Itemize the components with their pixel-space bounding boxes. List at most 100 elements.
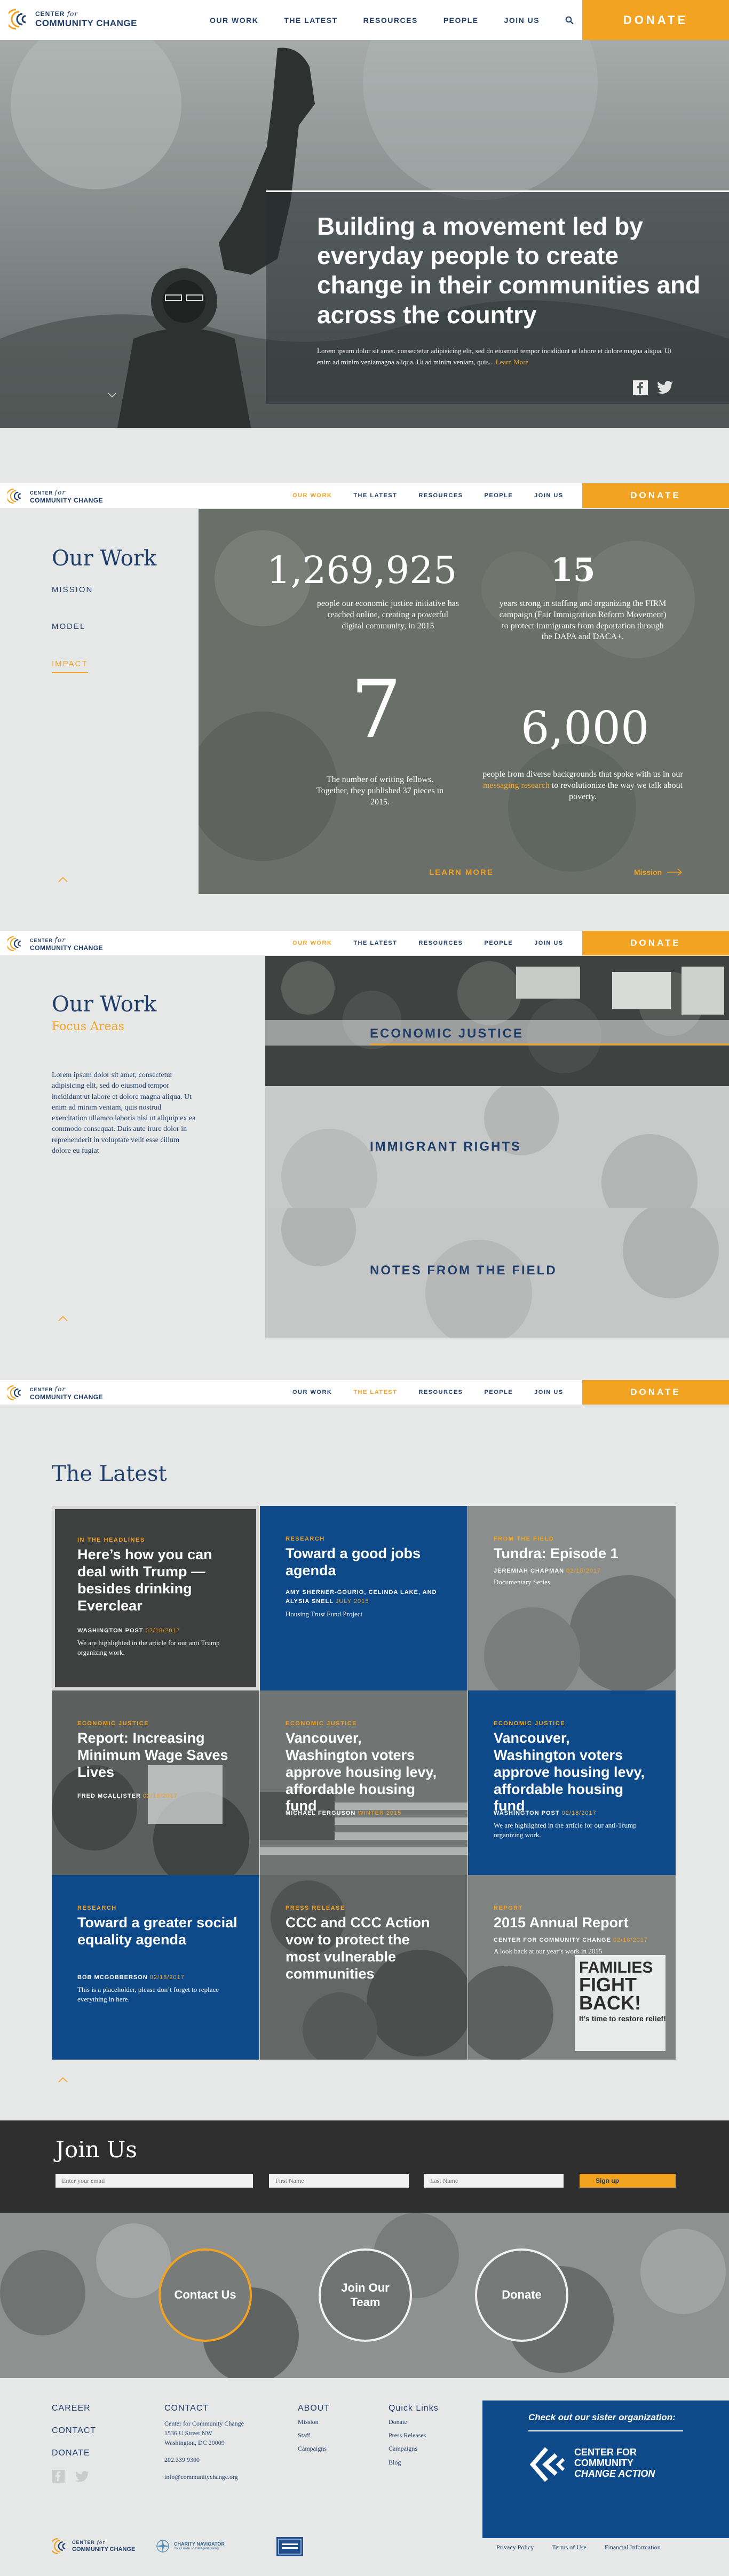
focus-notes-from-field[interactable]: NOTES FROM THE FIELD xyxy=(265,1208,729,1338)
side-link-impact[interactable]: IMPACT xyxy=(52,659,88,668)
site-logo[interactable]: CENTER for COMMUNITY CHANGE xyxy=(9,7,137,31)
site-logo-small[interactable]: CENTER for COMMUNITY CHANGE xyxy=(7,488,103,505)
logo-arcs-icon xyxy=(7,1384,25,1401)
nav-the-latest[interactable]: THE LATEST xyxy=(284,16,337,25)
nav-our-work[interactable]: OUR WORK xyxy=(210,16,258,25)
twitter-icon[interactable] xyxy=(656,381,673,395)
footer-about-staff[interactable]: Staff xyxy=(298,2429,330,2442)
email-input[interactable]: Enter your email xyxy=(56,2174,253,2188)
tile-desc: This is a placeholder, please don’t forg… xyxy=(77,1985,219,2004)
nav-people[interactable]: PEOPLE xyxy=(443,16,479,25)
nav-the-latest[interactable]: THE LATEST xyxy=(353,492,397,499)
tile-title: Toward a greater social equality agenda xyxy=(77,1915,237,1948)
latest-tile-1[interactable]: IN THE HEADLINES Here’s how you can deal… xyxy=(52,1506,259,1690)
nav-resources[interactable]: RESOURCES xyxy=(418,1389,463,1395)
footer-quick-campaigns[interactable]: Campaigns xyxy=(389,2442,439,2455)
back-to-top-icon[interactable] xyxy=(57,2074,69,2087)
side-link-model[interactable]: MODEL xyxy=(52,622,85,631)
tile-title: CCC and CCC Action vow to protect the mo… xyxy=(286,1915,430,1982)
latest-tile-9[interactable]: FAMILIES FIGHT BACK! It’s time to restor… xyxy=(468,1875,676,2060)
tile-meta: FRED MCALLISTER 02/18/2017 xyxy=(77,1793,178,1799)
signup-button[interactable]: Sign up xyxy=(580,2174,676,2188)
latest-tile-6[interactable]: ECONOMIC JUSTICE Vancouver, Washington v… xyxy=(468,1690,676,1875)
footer-about-campaigns[interactable]: Campaigns xyxy=(298,2442,330,2455)
footer-career-link[interactable]: CAREER xyxy=(52,2404,91,2413)
footer-quick-donate[interactable]: Donate xyxy=(389,2415,439,2429)
email-address[interactable]: info@communitychange.org xyxy=(164,2472,271,2482)
site-logo-small[interactable]: CENTER for COMMUNITY CHANGE xyxy=(7,935,103,952)
last-name-input[interactable]: Last Name xyxy=(424,2174,564,2188)
nav-join-us[interactable]: JOIN US xyxy=(504,16,540,25)
site-logo-small[interactable]: CENTER for COMMUNITY CHANGE xyxy=(7,1384,103,1401)
contact-us-circle[interactable]: Contact Us xyxy=(159,2248,252,2342)
donate-button[interactable]: DONATE xyxy=(582,931,729,955)
footer-logo[interactable]: CENTER for COMMUNITY CHANGE xyxy=(52,2537,135,2555)
latest-tile-5[interactable]: ECONOMIC JUSTICE Vancouver, Washington v… xyxy=(260,1690,467,1875)
focus-economic-justice[interactable]: ECONOMIC JUSTICE xyxy=(265,956,729,1086)
messaging-research-link[interactable]: messaging research xyxy=(483,781,550,790)
donate-circle[interactable]: Donate xyxy=(475,2248,568,2342)
nav-the-latest[interactable]: THE LATEST xyxy=(353,940,397,946)
top-navbar: CENTER for COMMUNITY CHANGE OUR WORK THE… xyxy=(0,0,729,40)
footer-quick-press[interactable]: Press Releases xyxy=(389,2429,439,2442)
privacy-policy-link[interactable]: Privacy Policy xyxy=(496,2543,534,2551)
facebook-icon[interactable] xyxy=(633,380,648,395)
tile-category: REPORT xyxy=(494,1905,523,1911)
twitter-icon[interactable] xyxy=(75,2471,90,2483)
cfc-badge-icon[interactable] xyxy=(276,2537,303,2556)
back-to-top-icon[interactable] xyxy=(57,1313,69,1326)
latest-tile-4[interactable]: ECONOMIC JUSTICE Report: Increasing Mini… xyxy=(52,1690,259,1875)
sign-line-4: It’s time to restore relief! xyxy=(579,2014,666,2023)
hero-learn-more-link[interactable]: Learn More xyxy=(496,358,529,366)
side-link-mission[interactable]: MISSION xyxy=(52,585,93,594)
nav-join-us[interactable]: JOIN US xyxy=(534,492,564,499)
nav-resources[interactable]: RESOURCES xyxy=(418,492,463,499)
tile-meta: WASHINGTON POST 02/18/2017 xyxy=(494,1810,597,1816)
logo-line1a: CENTER xyxy=(72,2539,96,2545)
footer-contact-link[interactable]: CONTACT xyxy=(52,2426,96,2436)
nav-people[interactable]: PEOPLE xyxy=(485,1389,513,1395)
tile-title: Vancouver, Washington voters approve hou… xyxy=(286,1730,437,1814)
donate-button[interactable]: DONATE xyxy=(582,483,729,508)
first-name-input[interactable]: First Name xyxy=(269,2174,409,2188)
scroll-down-icon[interactable] xyxy=(107,389,117,400)
sister-org-box[interactable]: Check out our sister organization: CENTE… xyxy=(482,2400,729,2538)
latest-tile-8[interactable]: PRESS RELEASE CCC and CCC Action vow to … xyxy=(260,1875,467,2060)
nav-our-work[interactable]: OUR WORK xyxy=(292,1389,332,1395)
latest-tile-2[interactable]: RESEARCH Toward a good jobs agenda AMY S… xyxy=(260,1506,467,1690)
donate-button[interactable]: DONATE xyxy=(582,0,729,40)
terms-link[interactable]: Terms of Use xyxy=(552,2543,586,2551)
nav-join-us[interactable]: JOIN US xyxy=(534,1389,564,1395)
sister-line-1: CENTER FOR xyxy=(574,2447,637,2458)
charity-navigator-badge[interactable]: CHARITY NAVIGATOR Your Guide To Intellig… xyxy=(155,2538,225,2554)
nav-our-work[interactable]: OUR WORK xyxy=(292,492,332,499)
footer-quick-blog[interactable]: Blog xyxy=(389,2456,439,2469)
sticky-navbar-3: CENTER for COMMUNITY CHANGE OUR WORK THE… xyxy=(0,1380,729,1405)
join-us-band: Join Us Enter your email First Name Last… xyxy=(0,2120,729,2213)
latest-tile-7[interactable]: RESEARCH Toward a greater social equalit… xyxy=(52,1875,259,2060)
donate-button[interactable]: DONATE xyxy=(582,1380,729,1405)
nav-join-us[interactable]: JOIN US xyxy=(534,940,564,946)
join-title: Join Us xyxy=(56,2136,137,2163)
cta-photo-band: Contact Us Join Our Team Donate xyxy=(0,2213,729,2378)
logo-line2: COMMUNITY CHANGE xyxy=(30,944,104,952)
stats-next-mission[interactable]: Mission xyxy=(634,868,683,876)
back-to-top-icon[interactable] xyxy=(57,874,69,887)
address-line-2: 1536 U Street NW xyxy=(164,2429,212,2437)
latest-tile-3[interactable]: FROM THE FIELD Tundra: Episode 1 JEREMIA… xyxy=(468,1506,676,1690)
nav-the-latest[interactable]: THE LATEST xyxy=(353,1389,397,1395)
financial-info-link[interactable]: Financial Information xyxy=(605,2543,661,2551)
join-team-circle[interactable]: Join Our Team xyxy=(319,2248,412,2342)
nav-resources[interactable]: RESOURCES xyxy=(363,16,418,25)
nav-people[interactable]: PEOPLE xyxy=(485,940,513,946)
footer-donate-link[interactable]: DONATE xyxy=(52,2449,90,2458)
nav-our-work[interactable]: OUR WORK xyxy=(292,940,332,946)
focus-immigrant-rights[interactable]: IMMIGRANT RIGHTS xyxy=(265,1086,729,1208)
stats-learn-more[interactable]: LEARN MORE xyxy=(429,868,494,877)
focus-subtitle: Focus Areas xyxy=(52,1020,124,1033)
footer-about-mission[interactable]: Mission xyxy=(298,2415,330,2429)
facebook-icon[interactable] xyxy=(52,2470,65,2483)
nav-people[interactable]: PEOPLE xyxy=(485,492,513,499)
search-icon[interactable] xyxy=(565,16,574,25)
nav-resources[interactable]: RESOURCES xyxy=(418,940,463,946)
